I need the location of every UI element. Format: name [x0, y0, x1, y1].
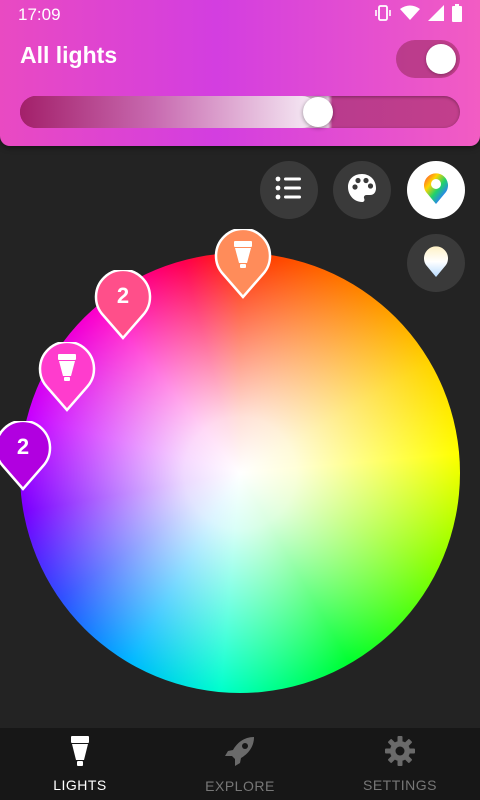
signal-icon	[428, 4, 444, 26]
light-pin-group-2-pink[interactable]: 2	[94, 270, 152, 340]
nav-lights[interactable]: LIGHTS	[0, 728, 160, 800]
brightness-slider-fill	[20, 96, 318, 128]
group-header: 17:09 All lights	[0, 0, 480, 146]
toggle-knob	[426, 44, 456, 74]
battery-icon	[452, 3, 462, 27]
pin-count-label: 2	[16, 434, 30, 459]
nav-settings[interactable]: SETTINGS	[320, 728, 480, 800]
color-wheel[interactable]	[20, 253, 460, 693]
light-pin-group-2-purple[interactable]: 2	[0, 421, 52, 491]
status-bar: 17:09	[0, 0, 480, 30]
color-drop-icon	[422, 171, 450, 210]
list-view-button[interactable]	[260, 161, 318, 219]
brightness-slider[interactable]	[20, 96, 460, 128]
nav-explore[interactable]: EXPLORE	[160, 728, 320, 800]
scenes-palette-button[interactable]	[333, 161, 391, 219]
status-icons	[374, 3, 462, 27]
all-lights-toggle[interactable]	[396, 40, 460, 78]
light-pin-bulb-pink[interactable]	[38, 342, 96, 412]
gear-icon	[385, 735, 415, 771]
brightness-slider-thumb[interactable]	[303, 97, 333, 127]
status-time: 17:09	[18, 5, 61, 24]
color-wheel-area	[20, 253, 460, 693]
light-pin-bulb[interactable]	[214, 229, 272, 299]
rocket-icon	[224, 735, 256, 772]
color-picker-button[interactable]	[407, 161, 465, 219]
vibrate-icon	[374, 4, 392, 27]
wifi-icon	[400, 5, 420, 26]
pin-count-label: 2	[116, 283, 130, 308]
nav-explore-label: EXPLORE	[205, 777, 275, 794]
bulb-icon	[70, 735, 90, 771]
nav-lights-label: LIGHTS	[53, 776, 107, 793]
bottom-navigation: LIGHTS EXPLORE SETTINGS	[0, 728, 480, 800]
group-title: All lights	[20, 42, 118, 68]
list-icon	[275, 175, 303, 206]
palette-icon	[346, 172, 378, 209]
nav-settings-label: SETTINGS	[362, 776, 437, 793]
